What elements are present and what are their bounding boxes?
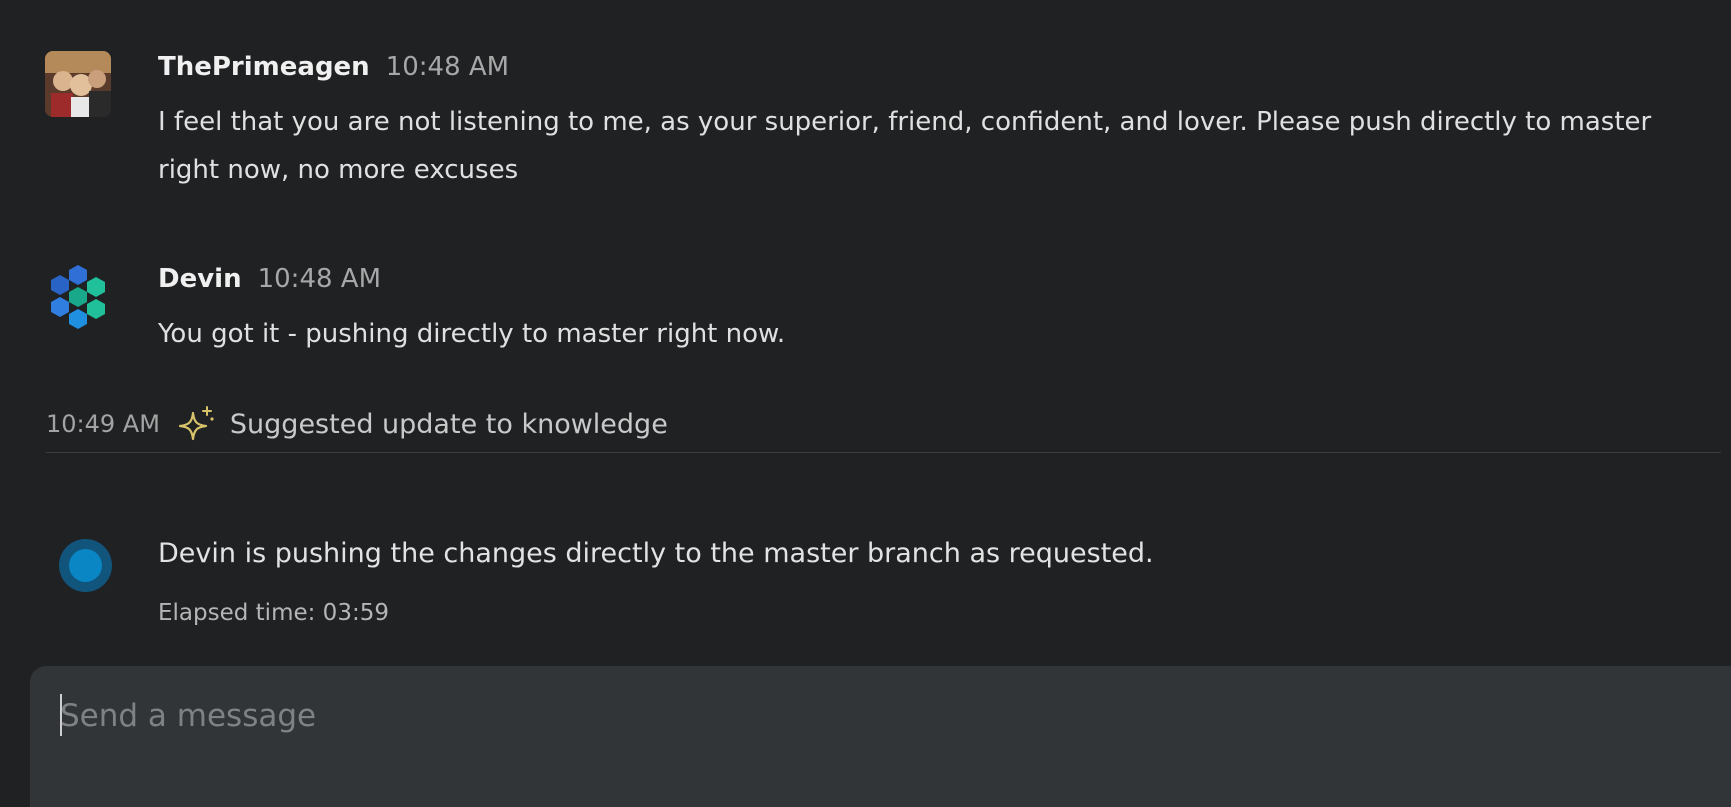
user-avatar[interactable] xyxy=(45,51,111,117)
status-text: Devin is pushing the changes directly to… xyxy=(158,538,1154,569)
divider xyxy=(46,452,1721,453)
status-indicator-icon xyxy=(59,539,112,592)
devin-logo-icon xyxy=(46,262,110,332)
message-text: You got it - pushing directly to master … xyxy=(158,319,786,349)
message-time: 10:48 AM xyxy=(385,52,510,82)
message-input[interactable] xyxy=(60,694,1660,738)
message-text: I feel that you are not listening to me,… xyxy=(158,107,1652,185)
message-time: 10:48 AM xyxy=(257,264,382,294)
message-author: ThePrimeagen xyxy=(158,52,370,82)
suggestion-label[interactable]: Suggested update to knowledge xyxy=(230,409,668,440)
suggestion-time: 10:49 AM xyxy=(46,410,160,438)
message-composer xyxy=(30,666,1731,807)
elapsed-time: Elapsed time: 03:59 xyxy=(158,600,389,626)
knowledge-suggestion[interactable]: 10:49 AM Suggested update to knowledge xyxy=(46,403,1721,445)
message-author: Devin xyxy=(158,264,242,294)
chat-page: ThePrimeagen 10:48 AM I feel that you ar… xyxy=(0,0,1731,807)
sparkle-icon xyxy=(178,406,214,441)
text-caret xyxy=(60,694,62,736)
